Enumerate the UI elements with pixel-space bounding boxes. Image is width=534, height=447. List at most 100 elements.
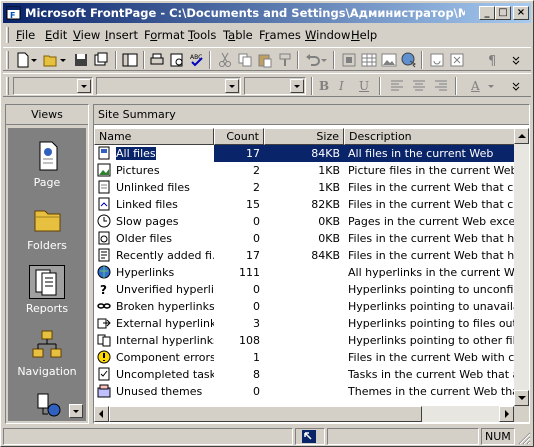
view-folders[interactable]: Folders — [8, 203, 86, 252]
print-icon[interactable] — [149, 52, 165, 68]
menu-file[interactable]: File — [16, 28, 35, 42]
scroll-down-button[interactable] — [514, 390, 529, 406]
font-combo[interactable] — [96, 77, 241, 95]
row-name: Hyperlinks — [116, 266, 175, 279]
column-header-count[interactable]: Count — [214, 128, 264, 145]
table-row[interactable]: Unlinked files 2 1KB Files in the current W… — [94, 179, 514, 196]
toolbar-grip[interactable] — [6, 77, 9, 95]
font-dropdown-arrow[interactable] — [225, 79, 239, 93]
resize-grip-icon[interactable] — [517, 431, 531, 445]
column-header-name[interactable]: Name — [94, 128, 214, 145]
refresh-icon[interactable] — [429, 52, 445, 68]
horizontal-scrollbar[interactable] — [94, 406, 514, 422]
row-name: Recently added fi... — [116, 249, 214, 262]
new-dropdown-arrow-icon[interactable] — [30, 52, 38, 68]
row-name-cell: Slow pages — [94, 213, 214, 230]
menu-tools[interactable]: Tools — [188, 28, 216, 42]
table-row[interactable]: ? Unverified hyperli... 0 Hyperlinks pointi… — [94, 281, 514, 298]
insert-component-icon[interactable] — [341, 52, 357, 68]
menu-frames[interactable]: Frames — [259, 28, 301, 42]
table-row[interactable]: Recently added fi... 17 84KB Files in the c… — [94, 247, 514, 264]
table-row[interactable]: All files 17 84KB All files in the current … — [94, 145, 514, 162]
row-name: Component errors — [116, 351, 214, 364]
connection-status-icon — [302, 430, 316, 443]
preview-in-browser-icon[interactable] — [169, 52, 185, 68]
title-bar[interactable]: F Microsoft FrontPage - C:\Documents and… — [3, 3, 531, 23]
menu-grip[interactable] — [6, 27, 9, 43]
frontpage-window: F Microsoft FrontPage - C:\Documents and… — [0, 0, 534, 447]
undo-icon[interactable] — [305, 52, 321, 68]
table-row[interactable]: Component errors 1 Files in the current We… — [94, 349, 514, 366]
minimize-button[interactable]: _ — [479, 6, 495, 20]
row-description: All hyperlinks in the current Web — [348, 266, 514, 279]
row-name: Unlinked files — [116, 181, 190, 194]
font-size-combo[interactable] — [244, 77, 306, 95]
cut-icon[interactable] — [217, 52, 233, 68]
table-row[interactable]: Broken hyperlinks 0 Hyperlinks pointing to… — [94, 298, 514, 315]
table-row[interactable]: External hyperlinks 3 Hyperlinks pointing … — [94, 315, 514, 332]
stop-icon[interactable] — [449, 52, 465, 68]
align-right-icon[interactable] — [433, 78, 449, 94]
table-row[interactable]: Internal hyperlinks 108 Hyperlinks pointin… — [94, 332, 514, 349]
toolbar-options-icon[interactable] — [511, 78, 521, 94]
spelling-icon[interactable]: ABC — [189, 52, 205, 68]
undo-dropdown-arrow-icon[interactable] — [320, 52, 328, 68]
save-icon[interactable] — [73, 52, 89, 68]
paste-icon[interactable] — [257, 52, 273, 68]
bold-button[interactable]: B — [319, 79, 329, 93]
publish-web-icon[interactable] — [93, 52, 109, 68]
menu-insert[interactable]: Insert — [105, 28, 138, 42]
column-header-size[interactable]: Size — [264, 128, 344, 145]
horizontal-scroll-thumb[interactable] — [109, 406, 422, 422]
italic-button[interactable]: I — [339, 79, 344, 93]
menu-edit[interactable]: Edit — [45, 28, 67, 42]
font-size-dropdown-arrow[interactable] — [290, 79, 304, 93]
insert-picture-icon[interactable] — [381, 52, 397, 68]
align-left-icon[interactable] — [389, 78, 405, 94]
scroll-right-button[interactable] — [499, 406, 514, 422]
scroll-up-button[interactable] — [514, 128, 529, 144]
maximize-button[interactable]: □ — [495, 6, 511, 20]
menu-table[interactable]: Table — [223, 28, 253, 42]
folder-list-icon[interactable] — [122, 52, 138, 68]
style-dropdown-arrow[interactable] — [77, 79, 91, 93]
menu-view[interactable]: View — [73, 28, 100, 42]
insert-hyperlink-icon[interactable] — [401, 52, 417, 68]
table-row[interactable]: Unused themes 0 Themes in the current Web … — [94, 383, 514, 400]
frontpage-app-icon[interactable]: F — [6, 5, 22, 21]
copy-icon[interactable] — [237, 52, 253, 68]
menu-window[interactable]: Window — [305, 28, 350, 42]
views-scroll-down-button[interactable] — [69, 404, 83, 418]
open-dropdown-arrow-icon[interactable] — [59, 52, 67, 68]
underline-button[interactable]: U — [359, 79, 369, 93]
open-folder-icon[interactable] — [43, 52, 59, 68]
close-button[interactable]: × — [513, 6, 529, 20]
style-combo[interactable] — [13, 77, 93, 95]
table-row[interactable]: Older files 0 0KB Files in the current Web … — [94, 230, 514, 247]
row-description: Hyperlinks pointing to unavailable targ — [348, 300, 514, 313]
insert-table-icon[interactable] — [361, 52, 377, 68]
table-row[interactable]: Hyperlinks 111 All hyperlinks in the curre… — [94, 264, 514, 281]
toolbar-options-icon[interactable] — [511, 52, 521, 68]
row-count: 0 — [253, 300, 260, 313]
table-row[interactable]: Slow pages 0 0KB Pages in the current Web e… — [94, 213, 514, 230]
view-page[interactable]: Page — [8, 140, 86, 189]
view-reports[interactable]: Reports — [8, 265, 86, 315]
vertical-scrollbar[interactable] — [514, 128, 529, 406]
new-page-icon[interactable] — [15, 52, 31, 68]
format-painter-icon[interactable] — [277, 52, 293, 68]
view-navigation[interactable]: Navigation — [8, 329, 86, 378]
menu-format[interactable]: Format — [144, 28, 185, 42]
font-color-dropdown-arrow-icon[interactable] — [487, 78, 495, 94]
column-header-description[interactable]: Description — [344, 128, 514, 145]
align-center-icon[interactable] — [411, 78, 427, 94]
toolbar-grip[interactable] — [6, 51, 9, 69]
menu-help[interactable]: Help — [351, 28, 377, 42]
row-description: Hyperlinks pointing to other files withi — [348, 334, 514, 347]
font-color-button[interactable]: A — [471, 79, 480, 93]
show-all-icon[interactable]: ¶ — [485, 52, 501, 68]
table-row[interactable]: Uncompleted tasks 8 Tasks in the current W… — [94, 366, 514, 383]
scroll-left-button[interactable] — [94, 406, 109, 422]
table-row[interactable]: Linked files 15 82KB Files in the current W… — [94, 196, 514, 213]
table-row[interactable]: Pictures 2 1KB Picture files in the current… — [94, 162, 514, 179]
